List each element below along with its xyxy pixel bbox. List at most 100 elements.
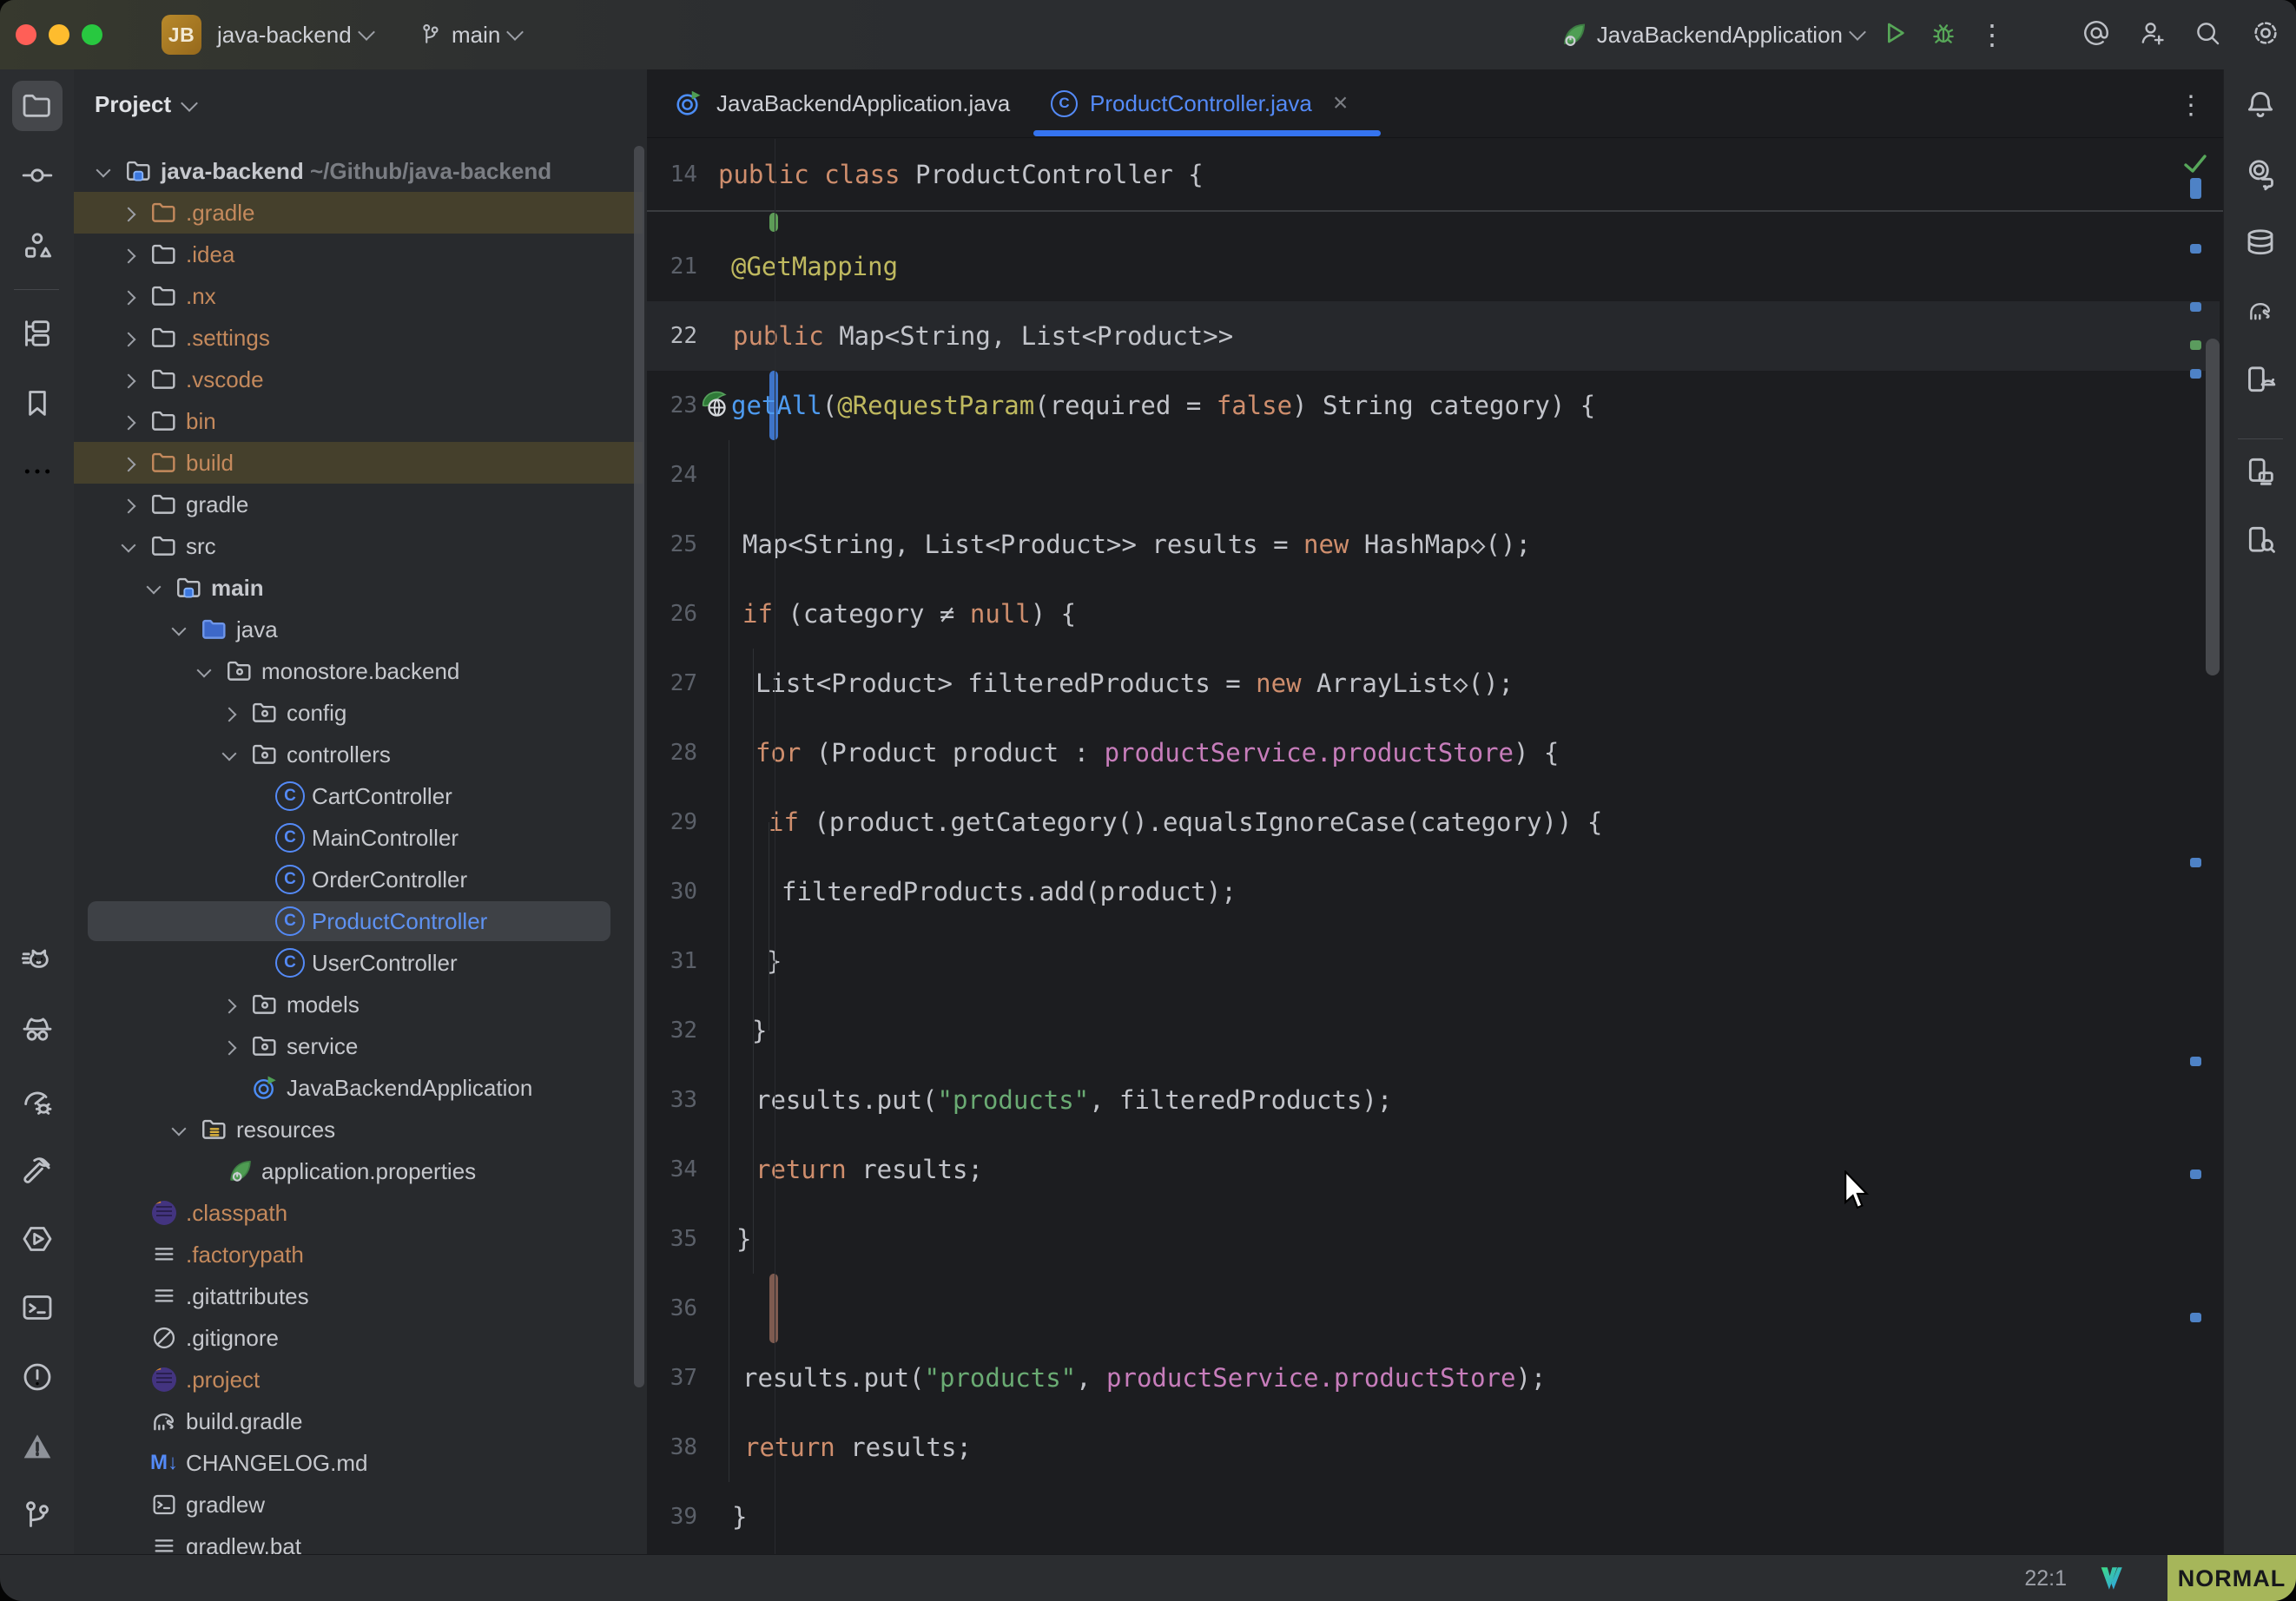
line-number[interactable]: 34 — [647, 1135, 697, 1204]
tool-stripe-version-control-button[interactable] — [12, 1490, 63, 1540]
close-button[interactable] — [16, 24, 36, 45]
code-line-23[interactable]: 23 getAll(@RequestParam(required = false… — [647, 371, 2223, 440]
tree-item-main[interactable]: main — [74, 567, 647, 609]
tree-item-CartController[interactable]: CCartController — [74, 775, 647, 817]
line-number[interactable]: 39 — [647, 1482, 697, 1552]
code-line-26[interactable]: 26if (category ≠ null) { — [647, 579, 2223, 649]
tree-item-service[interactable]: service — [74, 1025, 647, 1067]
tree-item-.nx[interactable]: .nx — [74, 275, 647, 317]
analysis-stripe-mark-blue[interactable] — [2190, 369, 2201, 379]
line-number[interactable]: 38 — [647, 1413, 697, 1482]
code-line-39[interactable]: 39} — [647, 1482, 2223, 1552]
search-everywhere-button[interactable] — [2180, 18, 2235, 52]
analysis-stripe-mark-green[interactable] — [2190, 340, 2201, 350]
line-number[interactable]: 36 — [647, 1274, 697, 1343]
tree-item-build.gradle[interactable]: build.gradle — [74, 1400, 647, 1442]
line-number[interactable]: 26 — [647, 579, 697, 649]
tab-options-kebab-icon[interactable]: ⋮ — [2178, 90, 2204, 121]
code-line-28[interactable]: 28for (Product product : productService.… — [647, 718, 2223, 787]
tree-item-CHANGELOG.md[interactable]: M↓CHANGELOG.md — [74, 1442, 647, 1484]
tree-item-controllers[interactable]: controllers — [74, 734, 647, 775]
run-button[interactable] — [1870, 19, 1919, 51]
code-line-29[interactable]: 29if (product.getCategory().equalsIgnore… — [647, 787, 2223, 857]
tool-stripe-bookmarks-button[interactable] — [12, 378, 63, 428]
tree-item-OrderController[interactable]: COrderController — [74, 859, 647, 900]
chevron-down-icon[interactable] — [122, 538, 136, 553]
chevron-right-icon[interactable] — [222, 999, 237, 1014]
tree-item-gradle[interactable]: gradle — [74, 484, 647, 525]
chevron-down-icon[interactable] — [172, 622, 187, 636]
chevron-down-icon[interactable] — [96, 163, 111, 178]
tree-item-java-backend[interactable]: java-backend ~/Github/java-backend — [74, 150, 647, 192]
code-line-35[interactable]: 35} — [647, 1204, 2223, 1274]
tool-stripe-device-explorer-button[interactable] — [2235, 515, 2286, 565]
vim-mode-badge[interactable]: NORMAL — [2167, 1555, 2296, 1601]
project-switcher[interactable]: java-backend — [217, 0, 373, 69]
line-number[interactable]: 21 — [647, 232, 697, 301]
tree-item-.gitignore[interactable]: .gitignore — [74, 1317, 647, 1359]
tool-stripe-services-button[interactable] — [12, 1214, 63, 1264]
line-number[interactable]: 25 — [647, 510, 697, 579]
sticky-line[interactable]: 14public class ProductController { — [647, 139, 2223, 212]
tool-stripe-commit-button[interactable] — [12, 150, 63, 201]
analysis-stripe-mark-blue[interactable] — [2190, 302, 2201, 312]
tool-stripe-database-button[interactable] — [2235, 218, 2286, 268]
minimize-button[interactable] — [49, 24, 69, 45]
tree-item-build[interactable]: build — [74, 442, 647, 484]
line-number[interactable]: 29 — [647, 787, 697, 857]
code-line-36[interactable]: 36 — [647, 1274, 2223, 1343]
code-line-37[interactable]: 37results.put("products", productService… — [647, 1343, 2223, 1413]
line-number[interactable]: 23 — [647, 371, 697, 440]
line-number[interactable]: 28 — [647, 718, 697, 787]
code-line-38[interactable]: 38return results; — [647, 1413, 2223, 1482]
chevron-down-icon[interactable] — [172, 1122, 187, 1137]
analysis-stripe-mark-blue[interactable] — [2190, 1313, 2201, 1322]
line-number[interactable]: 37 — [647, 1343, 697, 1413]
tool-stripe-project-folder-button[interactable] — [12, 81, 63, 131]
tree-item-resources[interactable]: resources — [74, 1109, 647, 1150]
code-line-24[interactable]: 24 — [647, 440, 2223, 510]
chevron-right-icon[interactable] — [222, 708, 237, 722]
tool-stripe-running-devices-button[interactable] — [2235, 446, 2286, 497]
chevron-right-icon[interactable] — [122, 416, 136, 431]
ai-assistant-button[interactable] — [2068, 18, 2124, 52]
tool-stripe-structure-shapes-button[interactable] — [12, 221, 63, 271]
fullscreen-button[interactable] — [82, 24, 102, 45]
more-actions-button[interactable]: ⋮ — [1968, 18, 2016, 51]
tool-stripe-incognito-plugin-button[interactable] — [12, 1005, 63, 1055]
chevron-down-icon[interactable] — [222, 747, 237, 761]
tree-item-bin[interactable]: bin — [74, 400, 647, 442]
line-number[interactable]: 27 — [647, 649, 697, 718]
tool-stripe-gradle-button[interactable] — [2235, 286, 2286, 336]
caret-position[interactable]: 22:1 — [2024, 1555, 2067, 1601]
tool-stripe-structure-boxes-button[interactable] — [12, 308, 63, 359]
tree-item-.idea[interactable]: .idea — [74, 234, 647, 275]
code-line-27[interactable]: 27List<Product> filteredProducts = new A… — [647, 649, 2223, 718]
tree-item-java[interactable]: java — [74, 609, 647, 650]
tree-item-monostore.backend[interactable]: monostore.backend — [74, 650, 647, 692]
analysis-stripe-mark-blue[interactable] — [2190, 1169, 2201, 1179]
chevron-right-icon[interactable] — [122, 499, 136, 514]
tree-item-JavaBackendApplication[interactable]: JavaBackendApplication — [74, 1067, 647, 1109]
line-number[interactable]: 35 — [647, 1204, 697, 1274]
code-line-22[interactable]: 22public Map<String, List<Product>> — [647, 301, 2223, 371]
project-panel-header[interactable]: Project — [95, 85, 195, 123]
tree-item-.vscode[interactable]: .vscode — [74, 359, 647, 400]
tool-stripe-dash-cat-plugin-button[interactable] — [12, 937, 63, 987]
tool-stripe-notifications-bell-button[interactable] — [2235, 80, 2286, 130]
line-number[interactable]: 30 — [647, 857, 697, 926]
tree-item-.gitattributes[interactable]: .gitattributes — [74, 1275, 647, 1317]
code-line-21[interactable]: 21@GetMapping — [647, 232, 2223, 301]
code-line-34[interactable]: 34return results; — [647, 1135, 2223, 1204]
code-line-30[interactable]: 30filteredProducts.add(product); — [647, 857, 2223, 926]
line-number[interactable]: 24 — [647, 440, 697, 510]
tree-item-.gradle[interactable]: .gradle — [74, 192, 647, 234]
vim-plugin-icon[interactable] — [2096, 1564, 2126, 1593]
close-tab-icon[interactable]: × — [1333, 89, 1349, 118]
chevron-right-icon[interactable] — [122, 249, 136, 264]
tool-stripe-more-tool-windows-button[interactable] — [12, 446, 63, 497]
tree-item-.classpath[interactable]: .classpath — [74, 1192, 647, 1234]
code-line-33[interactable]: 33results.put("products", filteredProduc… — [647, 1065, 2223, 1135]
tree-item-MainController[interactable]: CMainController — [74, 817, 647, 859]
tree-item-gradlew[interactable]: gradlew — [74, 1484, 647, 1525]
